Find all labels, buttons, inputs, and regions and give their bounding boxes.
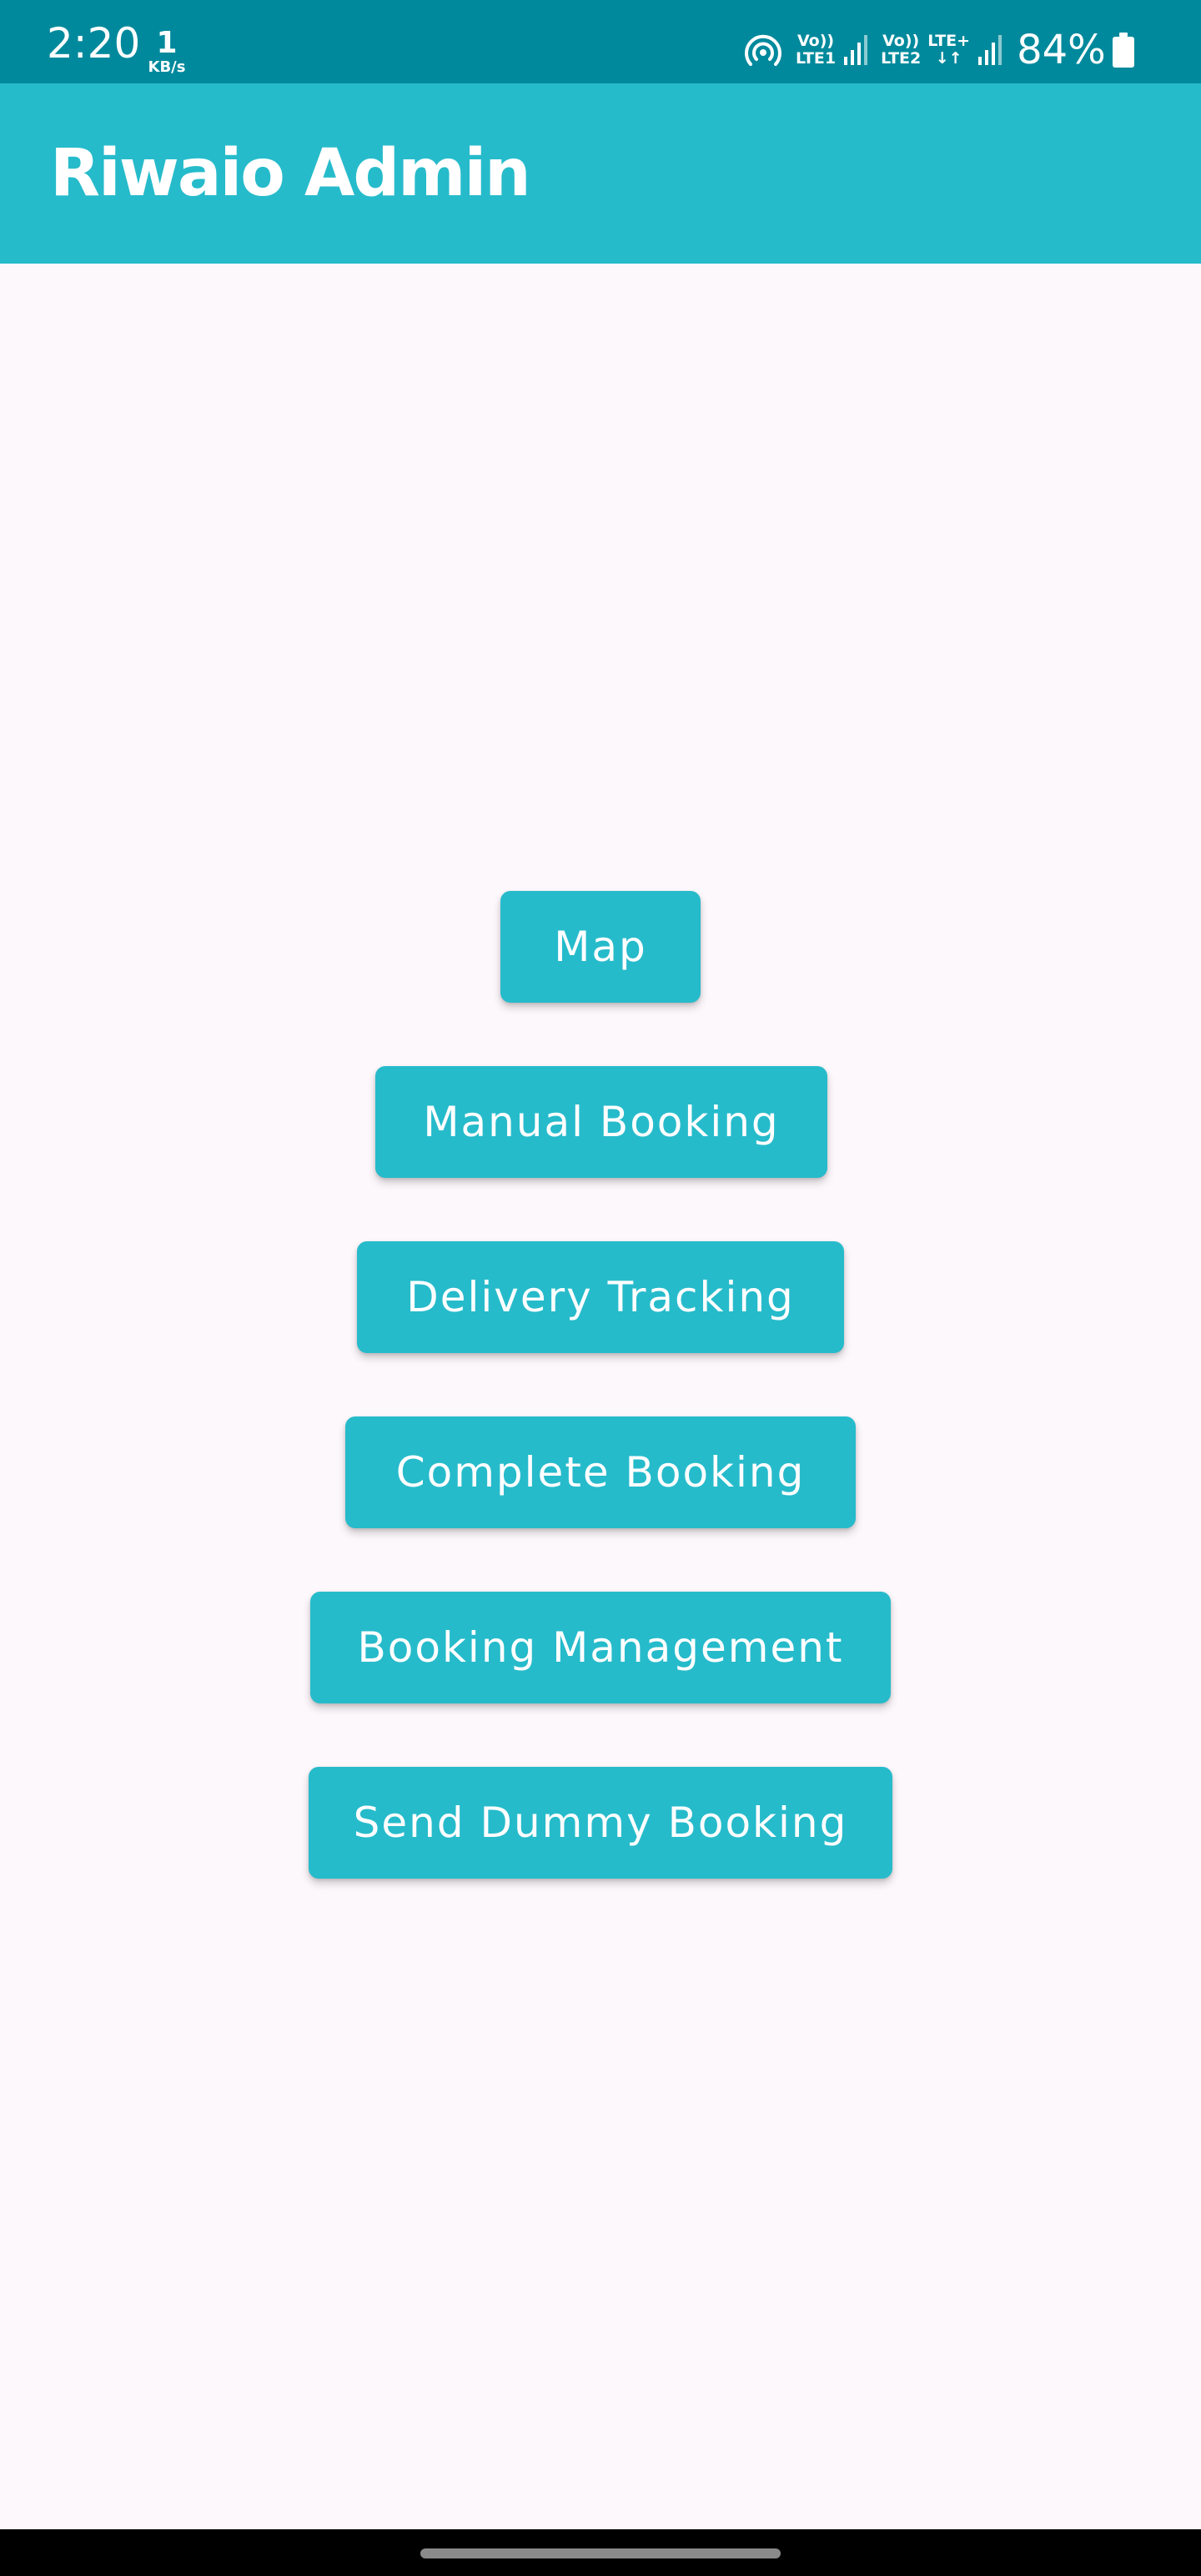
network-speed: 1 KB/s [143, 28, 190, 75]
sim2-volte-line2: LTE2 [881, 49, 922, 68]
sim1-volte-line1: Vo)) [797, 32, 835, 50]
sim2-volte-label: Vo)) LTE2 [881, 33, 921, 68]
network-activity-arrows: ↓↑ [935, 49, 962, 68]
status-icons: Vo)) LTE1 Vo)) LTE2 LTE+ ↓↑ 84% [742, 25, 1136, 75]
delivery-tracking-button[interactable]: Delivery Tracking [357, 1241, 844, 1353]
network-type-label: LTE+ ↓↑ [927, 33, 970, 68]
map-button[interactable]: Map [500, 891, 701, 1003]
signal-icon [844, 35, 868, 65]
network-speed-value: 1 [156, 26, 178, 60]
sim1-volte-line2: LTE1 [796, 49, 837, 68]
status-bar: 2:20 1 KB/s Vo)) LTE1 Vo)) LTE2 LTE+ ↓↑ [0, 0, 1201, 83]
complete-booking-button[interactable]: Complete Booking [345, 1416, 856, 1528]
network-speed-unit: KB/s [148, 58, 186, 76]
app-bar: Riwaio Admin [0, 83, 1201, 264]
battery-icon [1112, 33, 1134, 68]
send-dummy-booking-button[interactable]: Send Dummy Booking [309, 1767, 892, 1879]
battery-percent: 84% [1017, 27, 1106, 73]
home-indicator[interactable] [420, 2548, 781, 2558]
sim1-volte-label: Vo)) LTE1 [796, 33, 836, 68]
manual-booking-button[interactable]: Manual Booking [375, 1066, 827, 1178]
status-time: 2:20 [47, 19, 141, 68]
booking-management-button[interactable]: Booking Management [310, 1592, 891, 1703]
signal-icon [978, 35, 1003, 65]
app-title: Riwaio Admin [50, 136, 531, 211]
sim2-volte-line1: Vo)) [882, 32, 920, 50]
network-type-line1: LTE+ [927, 32, 971, 50]
hotspot-icon [745, 34, 781, 66]
